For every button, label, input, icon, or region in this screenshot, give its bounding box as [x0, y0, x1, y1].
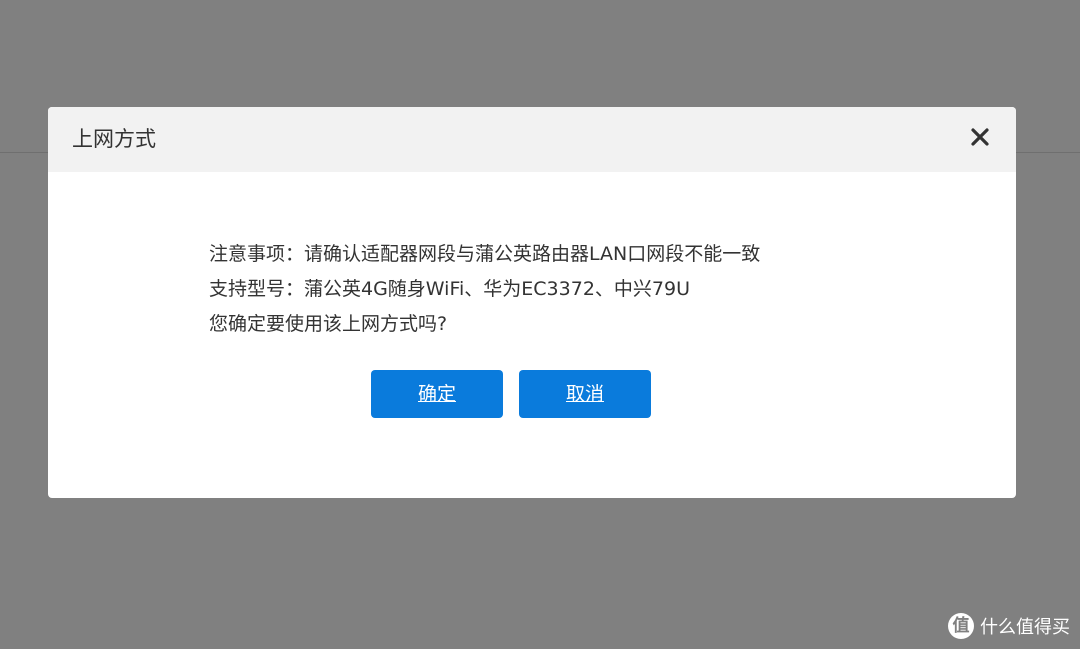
dialog-title: 上网方式: [72, 127, 156, 151]
supported-models-line: 支持型号：蒲公英4G随身WiFi、华为EC3372、中兴79U: [209, 278, 690, 300]
connection-mode-dialog: 上网方式 注意事项：请确认适配器网段与蒲公英路由器LAN口网段不能一致 支持型号…: [48, 107, 1016, 498]
watermark-text: 什么值得买: [980, 617, 1070, 638]
watermark-logo-icon: 值: [948, 613, 974, 639]
confirm-question: 您确定要使用该上网方式吗?: [209, 313, 448, 335]
dialog-header: 上网方式: [48, 107, 1016, 172]
cancel-button[interactable]: 取消: [519, 370, 651, 418]
dialog-message: 注意事项：请确认适配器网段与蒲公英路由器LAN口网段不能一致 支持型号：蒲公英4…: [209, 237, 760, 342]
confirm-button[interactable]: 确定: [371, 370, 503, 418]
watermark: 值 什么值得买: [948, 612, 1070, 640]
notice-line: 注意事项：请确认适配器网段与蒲公英路由器LAN口网段不能一致: [209, 243, 761, 265]
close-icon[interactable]: [966, 123, 994, 151]
